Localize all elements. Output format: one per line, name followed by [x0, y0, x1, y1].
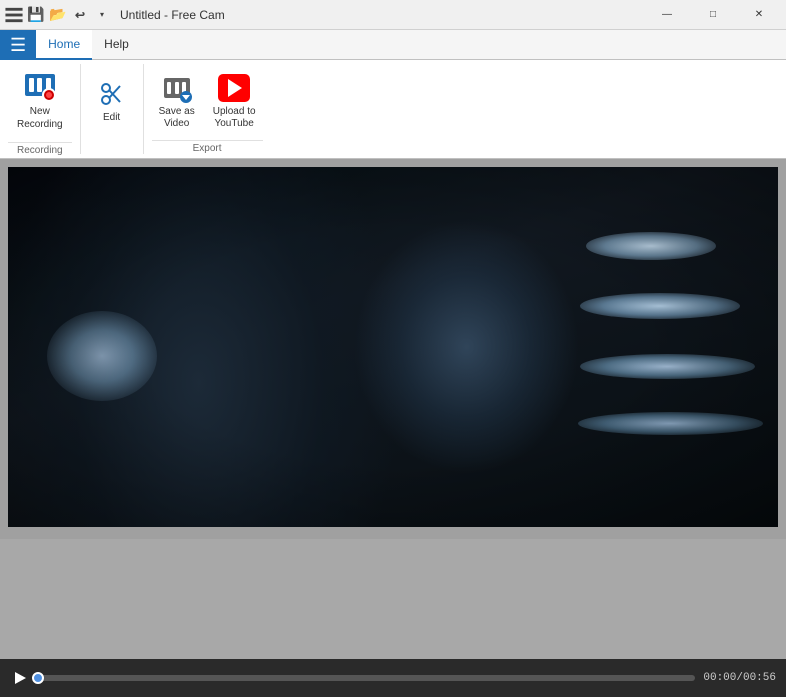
edit-icon: [96, 78, 128, 110]
quick-access-dropdown[interactable]: ▾: [92, 5, 112, 25]
edit-button[interactable]: Edit: [89, 73, 135, 129]
recording-group-items: New Recording: [8, 64, 72, 140]
save-as-video-label: Save as Video: [159, 106, 195, 130]
window-title: Untitled - Free Cam: [120, 8, 225, 22]
close-button[interactable]: ✕: [736, 0, 782, 30]
ribbon: ☰ Home Help: [0, 30, 786, 159]
recording-group-label: Recording: [8, 142, 72, 156]
edit-group-items: Edit: [89, 64, 135, 138]
time-display: 00:00/00:56: [703, 672, 776, 684]
ribbon-group-edit: Edit |: [81, 64, 144, 154]
player-bar: 00:00/00:56: [0, 659, 786, 697]
undo-quick-button[interactable]: ↩: [70, 5, 90, 25]
save-as-video-button[interactable]: Save as Video: [152, 67, 202, 135]
upload-youtube-icon: [218, 72, 250, 104]
save-as-video-icon: [161, 72, 193, 104]
ribbon-content: New Recording Recording: [0, 60, 786, 158]
export-group-items: Save as Video Upload to YouTube: [152, 64, 263, 138]
video-container: [0, 159, 786, 539]
ribbon-tab-bar: ☰ Home Help: [0, 30, 786, 60]
app-menu-button[interactable]: [4, 5, 24, 25]
new-recording-icon: [24, 69, 56, 101]
video-scene: [8, 167, 778, 527]
tab-help[interactable]: Help: [92, 30, 141, 60]
ribbon-group-recording: New Recording Recording: [0, 64, 81, 154]
video-frame: [8, 167, 778, 527]
window-controls: — □ ✕: [644, 0, 782, 30]
edit-label: Edit: [103, 112, 120, 124]
vignette-overlay: [8, 167, 778, 527]
new-recording-label: New Recording: [17, 105, 63, 131]
tab-home-icon[interactable]: ☰: [0, 30, 36, 60]
quick-access-toolbar: 💾 📂 ↩ ▾: [4, 5, 112, 25]
open-quick-button[interactable]: 📂: [48, 5, 68, 25]
new-recording-button[interactable]: New Recording: [8, 64, 72, 140]
maximize-button[interactable]: □: [690, 0, 736, 30]
progress-thumb[interactable]: [32, 672, 44, 684]
play-button[interactable]: [10, 668, 30, 688]
save-quick-button[interactable]: 💾: [26, 5, 46, 25]
progress-bar[interactable]: [38, 675, 695, 681]
export-group-label: Export: [152, 140, 263, 154]
title-bar: 💾 📂 ↩ ▾ Untitled - Free Cam — □ ✕: [0, 0, 786, 30]
upload-youtube-button[interactable]: Upload to YouTube: [206, 67, 263, 135]
ribbon-group-export: Save as Video Upload to YouTube Export: [144, 64, 271, 154]
tab-home[interactable]: Home: [36, 30, 92, 60]
minimize-button[interactable]: —: [644, 0, 690, 30]
bottom-area: [0, 539, 786, 659]
title-bar-left: 💾 📂 ↩ ▾ Untitled - Free Cam: [4, 5, 225, 25]
upload-youtube-label: Upload to YouTube: [213, 106, 256, 130]
